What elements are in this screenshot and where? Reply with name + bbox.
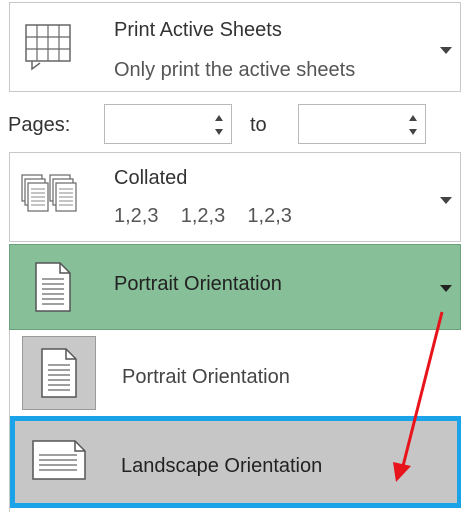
annotation-arrow-icon <box>393 311 444 482</box>
